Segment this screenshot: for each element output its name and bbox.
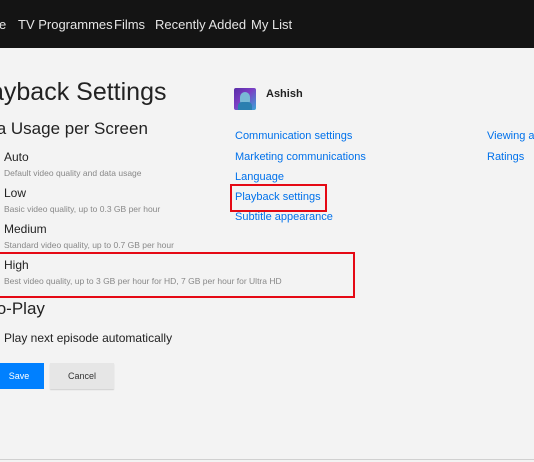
link-viewing-activity[interactable]: Viewing a [487,130,534,142]
save-button[interactable]: Save [0,363,44,389]
link-communication-settings[interactable]: Communication settings [235,130,352,142]
option-auto-description: Default video quality and data usage [4,168,142,178]
nav-item-recently-added[interactable]: Recently Added [155,17,246,32]
playback-settings-highlight-box [230,184,327,212]
top-nav-bar: e TV Programmes Films Recently Added My … [0,0,534,48]
page-title: ayback Settings [0,78,167,106]
link-marketing-communications[interactable]: Marketing communications [235,151,366,163]
high-option-highlight-box [0,252,355,298]
nav-item-my-list[interactable]: My List [251,17,292,32]
profile-name: Ashish [266,88,303,100]
option-medium-label[interactable]: Medium [4,222,47,236]
data-usage-section-title: ta Usage per Screen [0,119,148,138]
option-medium-description: Standard video quality, up to 0.7 GB per… [4,240,174,250]
profile-avatar [234,88,256,110]
avatar-body-icon [238,102,252,110]
link-subtitle-appearance[interactable]: Subtitle appearance [235,211,333,223]
nav-item-home[interactable]: e [0,17,6,32]
option-low-label[interactable]: Low [4,186,26,200]
link-ratings[interactable]: Ratings [487,151,524,163]
option-auto-label[interactable]: Auto [4,150,29,164]
autoplay-section-title: to-Play [0,299,45,318]
nav-item-films[interactable]: Films [114,17,145,32]
bottom-divider [0,459,534,460]
option-low-description: Basic video quality, up to 0.3 GB per ho… [4,204,161,214]
autoplay-next-episode-option[interactable]: Play next episode automatically [4,331,172,345]
nav-item-tv-programmes[interactable]: TV Programmes [18,17,113,32]
cancel-button[interactable]: Cancel [50,363,114,389]
link-language[interactable]: Language [235,171,284,183]
